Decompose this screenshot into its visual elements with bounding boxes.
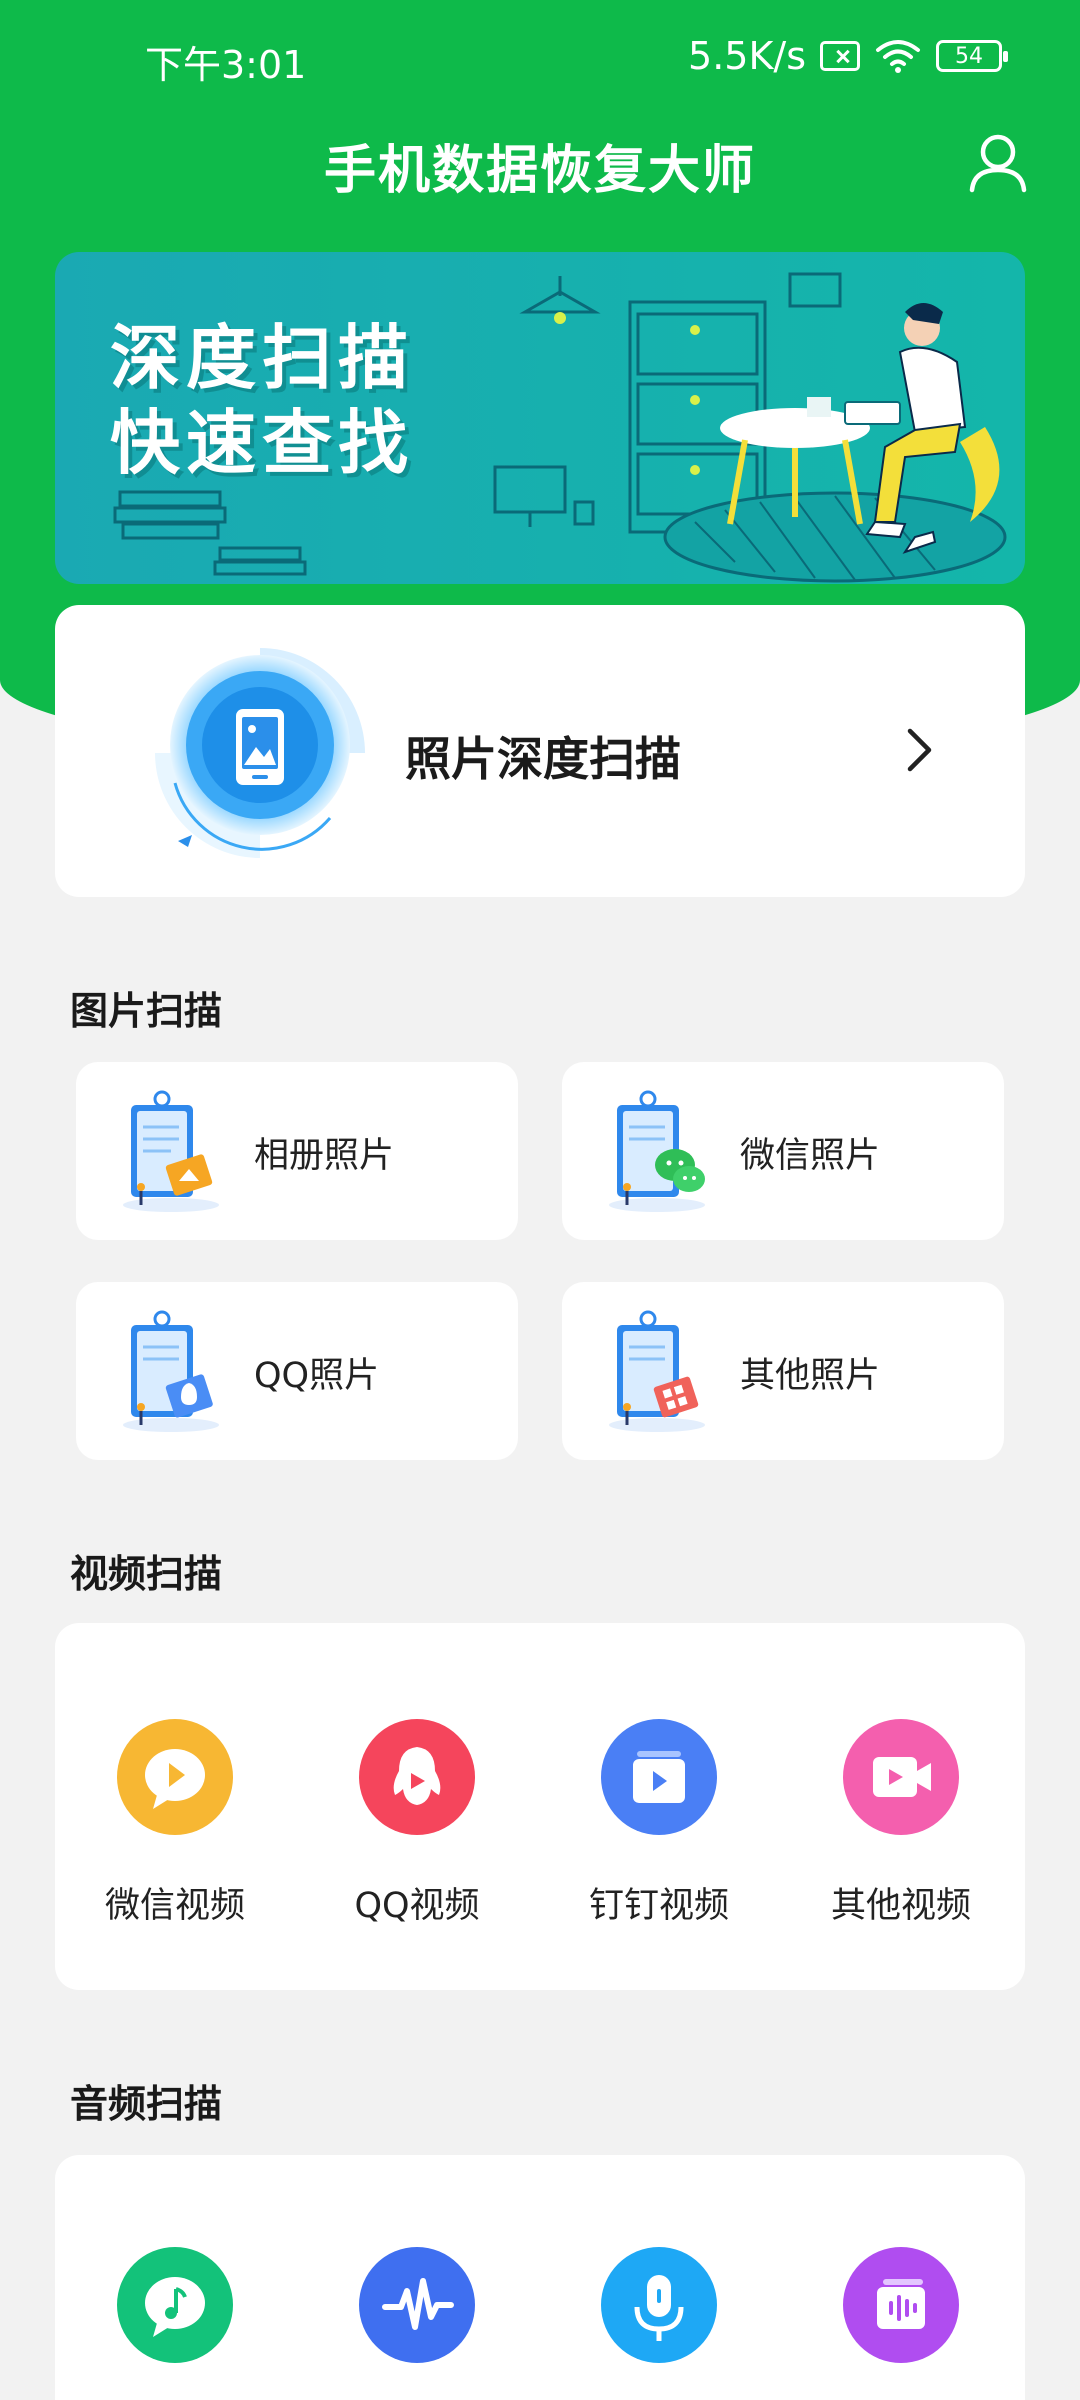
wechat-video-label: 微信视频: [104, 1886, 245, 1926]
other-photo-icon: [609, 1310, 705, 1432]
video-scan-card: 微信视频 QQ视频 钉钉视频 其他视频: [55, 1623, 1025, 1990]
album-photo-icon: [123, 1090, 219, 1212]
dingtalk-video-item[interactable]: 钉钉视频: [569, 1719, 749, 1928]
banner-headline-2: 快速查找: [110, 402, 414, 484]
status-time: 下午3:01: [145, 43, 307, 87]
photo-deep-scan-card[interactable]: 照片深度扫描: [55, 605, 1025, 897]
wechat-audio-icon: [117, 2247, 233, 2363]
other-audio-item[interactable]: [811, 2247, 991, 2363]
wechat-video-item[interactable]: 微信视频: [85, 1719, 265, 1928]
album-photo-card[interactable]: 相册照片: [76, 1062, 518, 1240]
battery-icon: 54: [936, 40, 1008, 72]
qq-video-item[interactable]: QQ视频: [327, 1719, 507, 1928]
other-video-label: 其他视频: [830, 1886, 971, 1926]
promo-banner[interactable]: 深度扫描 快速查找: [55, 252, 1025, 584]
dingtalk-video-label: 钉钉视频: [588, 1886, 729, 1926]
audio-scan-card: [55, 2155, 1025, 2400]
other-video-icon: [843, 1719, 959, 1835]
wechat-video-icon: [117, 1719, 233, 1835]
waveform-audio-item[interactable]: [327, 2247, 507, 2363]
status-bar: 下午3:01 5.5K/s 54: [0, 0, 1080, 120]
other-photo-card[interactable]: 其他照片: [562, 1282, 1004, 1460]
qq-photo-icon: [123, 1310, 219, 1432]
qq-photo-label: QQ照片: [254, 1356, 380, 1396]
microphone-audio-item[interactable]: [569, 2247, 749, 2363]
album-photo-label: 相册照片: [254, 1136, 395, 1176]
net-speed: 5.5K/s: [688, 34, 806, 78]
wechat-photo-label: 微信照片: [740, 1136, 881, 1176]
photo-deep-scan-label: 照片深度扫描: [405, 732, 681, 786]
no-sim-icon: [820, 41, 860, 71]
microphone-audio-icon: [601, 2247, 717, 2363]
phone-radar-icon: [155, 648, 365, 858]
waveform-audio-icon: [359, 2247, 475, 2363]
qq-video-label: QQ视频: [354, 1886, 480, 1926]
wechat-audio-item[interactable]: [85, 2247, 265, 2363]
video-scan-title: 视频扫描: [70, 1552, 223, 1596]
image-scan-title: 图片扫描: [70, 989, 223, 1033]
wechat-photo-card[interactable]: 微信照片: [562, 1062, 1004, 1240]
battery-level: 54: [955, 43, 983, 69]
wechat-photo-icon: [609, 1090, 705, 1212]
other-audio-icon: [843, 2247, 959, 2363]
other-photo-label: 其他照片: [740, 1356, 881, 1396]
audio-scan-title: 音频扫描: [70, 2082, 223, 2126]
chevron-right-icon: [907, 728, 932, 772]
other-video-item[interactable]: 其他视频: [811, 1719, 991, 1928]
qq-video-icon: [359, 1719, 475, 1835]
wifi-icon: [876, 40, 920, 73]
dingtalk-video-icon: [601, 1719, 717, 1835]
user-profile-icon[interactable]: [966, 130, 1030, 194]
qq-photo-card[interactable]: QQ照片: [76, 1282, 518, 1460]
app-title: 手机数据恢复大师: [323, 141, 756, 201]
status-right: 5.5K/s 54: [688, 34, 1008, 78]
